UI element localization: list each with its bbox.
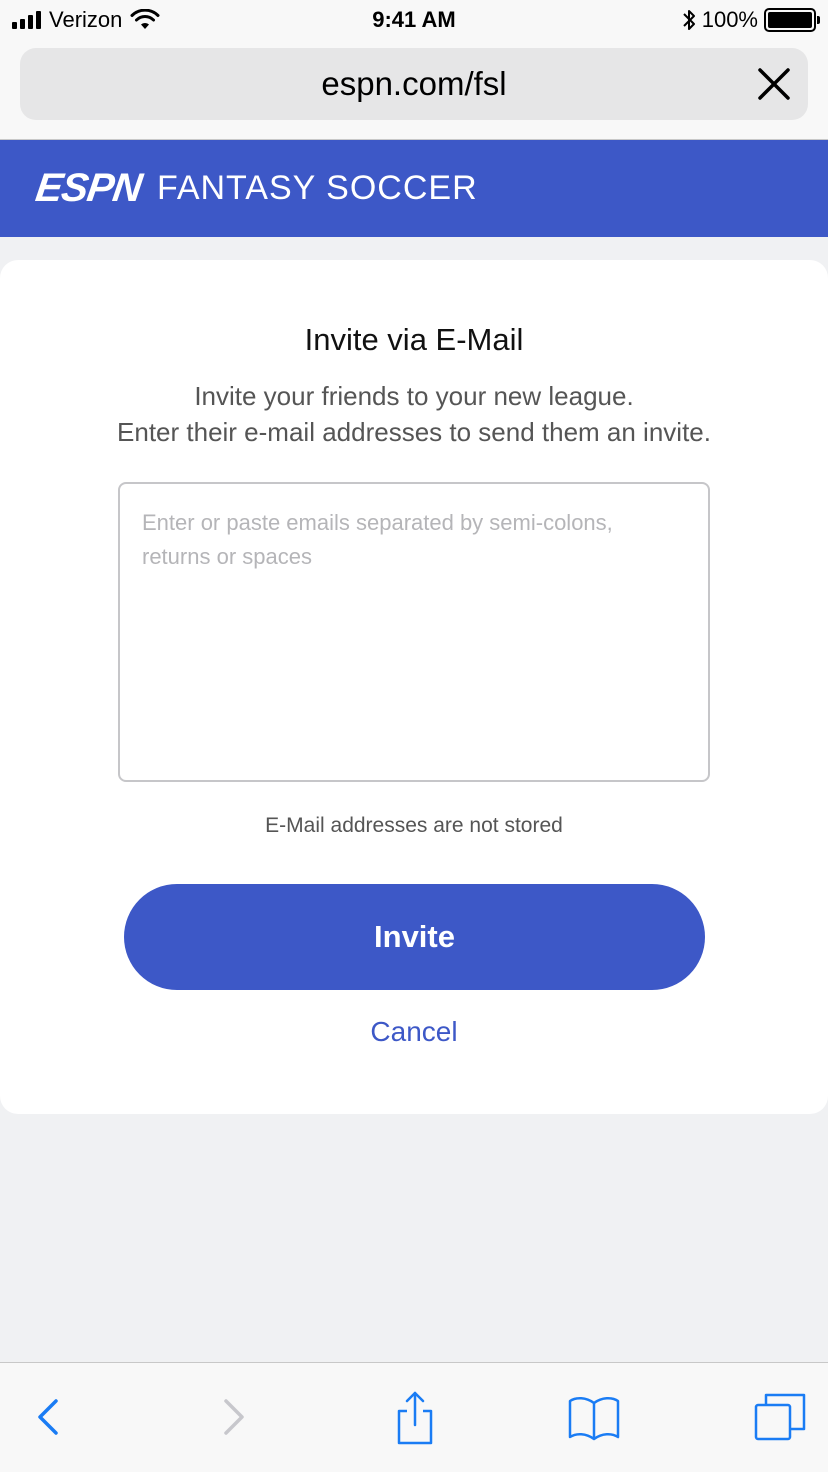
espn-logo: ESPN xyxy=(32,166,145,210)
privacy-note: E-Mail addresses are not stored xyxy=(265,814,563,837)
back-icon[interactable] xyxy=(20,1389,76,1445)
close-icon[interactable] xyxy=(756,66,792,102)
browser-url-area: espn.com/fsl xyxy=(0,40,828,140)
invite-button[interactable]: Invite xyxy=(124,884,705,990)
invite-card: Invite via E-Mail Invite your friends to… xyxy=(0,260,828,1114)
battery-percent: 100% xyxy=(701,7,758,32)
invite-description-line2: Enter their e-mail addresses to send the… xyxy=(117,417,711,447)
status-right: 100% xyxy=(682,6,820,34)
battery-icon xyxy=(764,8,820,32)
url-text[interactable]: espn.com/fsl xyxy=(20,48,808,120)
email-input-box xyxy=(118,482,710,782)
browser-toolbar xyxy=(0,1362,828,1472)
invite-description-line1: Invite your friends to your new league. xyxy=(194,381,634,411)
email-input[interactable] xyxy=(120,484,708,780)
url-bar[interactable]: espn.com/fsl xyxy=(20,48,808,120)
cancel-link[interactable]: Cancel xyxy=(0,1016,828,1048)
brand-title: FANTASY SOCCER xyxy=(156,169,478,207)
brand-header: ESPN FANTASY SOCCER xyxy=(0,140,828,237)
status-bar: Verizon 9:41 AM 100% xyxy=(0,0,828,40)
forward-icon[interactable] xyxy=(206,1389,262,1445)
tabs-icon[interactable] xyxy=(752,1389,808,1445)
bookmarks-icon[interactable] xyxy=(566,1389,622,1445)
bluetooth-icon xyxy=(683,10,695,30)
invite-title: Invite via E-Mail xyxy=(304,322,524,357)
invite-description: Invite your friends to your new league. … xyxy=(0,378,828,450)
share-icon[interactable] xyxy=(387,1389,443,1445)
